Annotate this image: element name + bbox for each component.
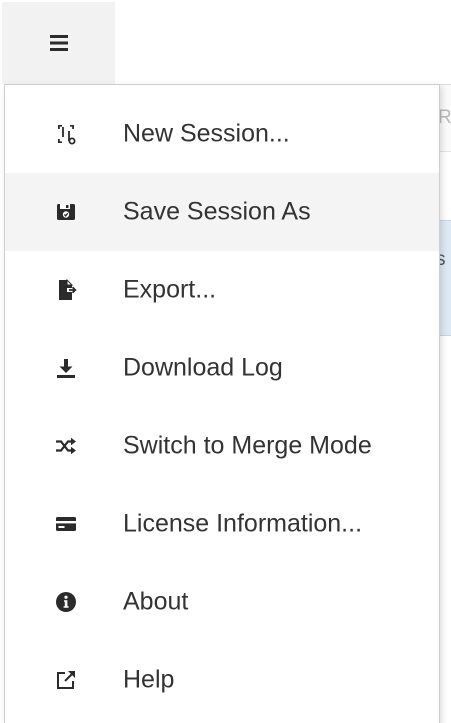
menu-item-label: Help	[123, 665, 175, 694]
menu-item-label: Save Session As	[123, 197, 311, 226]
info-circle-icon	[55, 591, 77, 613]
credit-card-icon	[55, 513, 77, 535]
download-icon	[55, 357, 77, 379]
menu-item-label: License Information...	[123, 509, 363, 538]
hamburger-icon	[49, 35, 68, 51]
menu-item-help[interactable]: Help	[5, 641, 439, 719]
external-link-icon	[55, 669, 77, 691]
main-menu-dropdown: New Session... Save Session As Export...…	[4, 84, 440, 723]
new-session-icon	[55, 123, 77, 145]
menu-item-label: Switch to Merge Mode	[123, 431, 372, 460]
menu-item-label: Export...	[123, 275, 217, 304]
menu-item-license-information[interactable]: License Information...	[5, 485, 439, 563]
menu-item-about[interactable]: About	[5, 563, 439, 641]
menu-item-new-session[interactable]: New Session...	[5, 95, 439, 173]
shuffle-icon	[55, 435, 77, 457]
menu-item-label: Download Log	[123, 353, 283, 382]
export-file-icon	[55, 279, 77, 301]
menu-item-download-log[interactable]: Download Log	[5, 329, 439, 407]
menu-toggle-button[interactable]	[2, 2, 115, 84]
menu-item-export[interactable]: Export...	[5, 251, 439, 329]
menu-item-label: New Session...	[123, 119, 290, 148]
menu-item-switch-merge-mode[interactable]: Switch to Merge Mode	[5, 407, 439, 485]
app-viewport: R A s New Session...	[0, 0, 451, 723]
menu-item-save-session-as[interactable]: Save Session As	[5, 173, 439, 251]
save-session-icon	[55, 201, 77, 223]
menu-item-label: About	[123, 587, 189, 616]
